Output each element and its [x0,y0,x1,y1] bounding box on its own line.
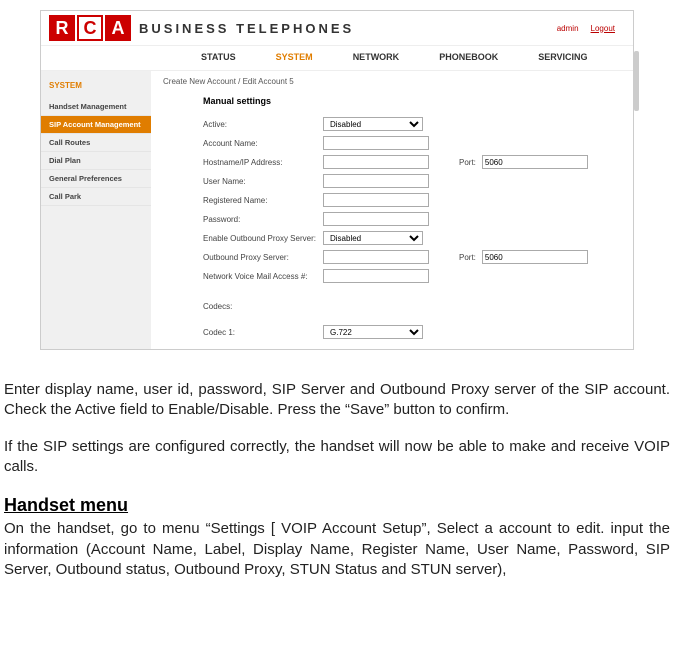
doc-heading-handset-menu: Handset menu [4,493,670,517]
host-port-label: Port: [459,158,476,167]
header-bar: R C A BUSINESS TELEPHONES admin Logout [41,11,633,46]
sidebar-title: SYSTEM [41,77,151,98]
nav-phonebook[interactable]: PHONEBOOK [439,52,498,62]
logo-letter-a: A [105,15,131,41]
sidebar-item-dial-plan[interactable]: Dial Plan [41,152,151,170]
proxy-server-input[interactable] [323,250,429,264]
reg-label: Registered Name: [203,196,323,205]
sidebar-item-call-routes[interactable]: Call Routes [41,134,151,152]
main-panel: Create New Account / Edit Account 5 Manu… [151,71,633,349]
active-select[interactable]: Disabled [323,117,423,131]
document-body: Enter display name, user id, password, S… [0,380,674,600]
breadcrumb: Create New Account / Edit Account 5 [163,77,621,86]
host-input[interactable] [323,155,429,169]
current-user: admin [557,24,579,33]
logout-link[interactable]: Logout [591,24,615,33]
user-input[interactable] [323,174,429,188]
doc-para-2: If the SIP settings are configured corre… [4,437,670,478]
proxy-port-input[interactable] [482,250,588,264]
vmail-input[interactable] [323,269,429,283]
user-label: User Name: [203,177,323,186]
nav-network[interactable]: NETWORK [353,52,400,62]
nav-status[interactable]: STATUS [201,52,236,62]
host-port-input[interactable] [482,155,588,169]
codecs-label: Codecs: [203,302,323,311]
account-name-input[interactable] [323,136,429,150]
rca-logo: R C A [49,15,131,41]
doc-para-3: On the handset, go to menu “Settings [ V… [4,519,670,580]
doc-para-1: Enter display name, user id, password, S… [4,380,670,421]
proxy-enable-select[interactable]: Disabled [323,231,423,245]
pass-input[interactable] [323,212,429,226]
codec1-label: Codec 1: [203,328,323,337]
logo-letter-r: R [49,15,75,41]
admin-ui-screenshot: R C A BUSINESS TELEPHONES admin Logout S… [40,10,634,350]
proxy-server-label: Outbound Proxy Server: [203,253,323,262]
pass-label: Password: [203,215,323,224]
nav-servicing[interactable]: SERVICING [538,52,587,62]
codec1-select[interactable]: G.722 [323,325,423,339]
proxy-enable-label: Enable Outbound Proxy Server: [203,234,323,243]
account-name-label: Account Name: [203,139,323,148]
main-nav: STATUS SYSTEM NETWORK PHONEBOOK SERVICIN… [41,46,633,71]
section-heading: Manual settings [203,96,621,106]
vmail-label: Network Voice Mail Access #: [203,272,323,281]
sidebar-item-handset-management[interactable]: Handset Management [41,98,151,116]
logo-letter-c: C [77,15,103,41]
scrollbar-stub [634,51,639,111]
sidebar-item-general-preferences[interactable]: General Preferences [41,170,151,188]
proxy-port-label: Port: [459,253,476,262]
top-right-links: admin Logout [557,24,625,33]
host-label: Hostname/IP Address: [203,158,323,167]
reg-input[interactable] [323,193,429,207]
sidebar-item-call-park[interactable]: Call Park [41,188,151,206]
active-label: Active: [203,120,323,129]
sidebar: SYSTEM Handset Management SIP Account Ma… [41,71,151,349]
nav-system[interactable]: SYSTEM [276,52,313,62]
brand-text: BUSINESS TELEPHONES [131,21,354,36]
sidebar-item-sip-account-management[interactable]: SIP Account Management [41,116,151,134]
